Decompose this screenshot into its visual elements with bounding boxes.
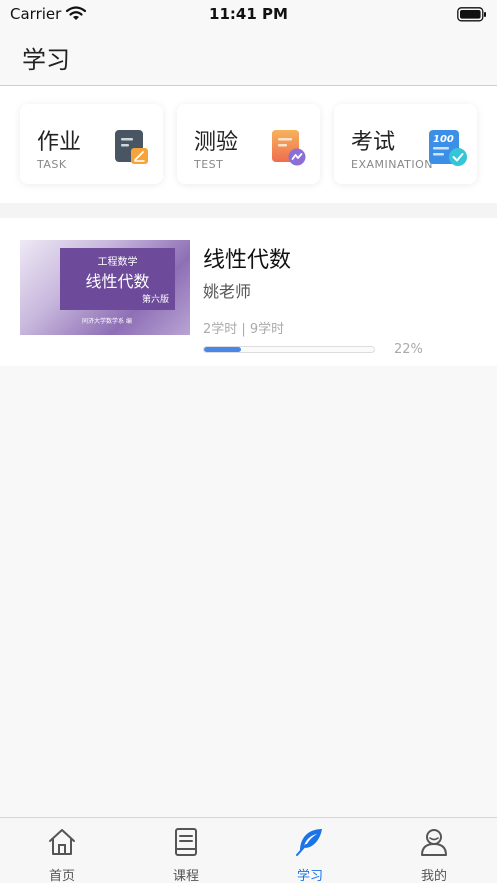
course-card[interactable]: 工程数学 线性代数 第六版 同济大学数学系 编 线性代数 姚老师 2学时 | 9… — [0, 218, 497, 366]
homework-title: 作业 — [37, 130, 82, 155]
quick-actions: 作业 TASK 测验 TEST 考试 EXAMINATION 100 — [0, 86, 497, 203]
course-teacher: 姚老师 — [203, 282, 252, 301]
profile-icon — [419, 827, 449, 857]
clock: 11:41 PM — [209, 5, 288, 23]
cover-panel: 工程数学 线性代数 第六版 — [60, 248, 175, 310]
exam-card[interactable]: 考试 EXAMINATION 100 — [334, 104, 477, 184]
cover-edition: 第六版 — [141, 295, 169, 305]
progress-bar — [203, 346, 375, 353]
tab-study[interactable]: 学习 — [248, 818, 372, 883]
page-title: 学习 — [22, 46, 70, 74]
quiz-icon — [272, 130, 306, 166]
quiz-title: 测验 — [194, 130, 239, 155]
status-bar: Carrier 11:41 PM — [0, 0, 497, 30]
course-cover: 工程数学 线性代数 第六版 同济大学数学系 编 — [20, 240, 190, 335]
progress-fill — [204, 347, 242, 352]
homework-subtitle: TASK — [37, 158, 67, 171]
tab-study-label: 学习 — [296, 869, 323, 883]
nav-bar: 学习 — [0, 30, 497, 86]
book-icon — [171, 827, 201, 857]
tab-bar: 首页 课程 学习 我的 — [0, 817, 497, 883]
exam-icon-text: 100 — [433, 134, 454, 145]
tab-home[interactable]: 首页 — [0, 818, 124, 883]
home-icon — [47, 827, 77, 857]
exam-title: 考试 — [351, 130, 396, 155]
homework-card[interactable]: 作业 TASK — [20, 104, 163, 184]
cover-series: 工程数学 — [97, 257, 138, 268]
feather-icon — [295, 827, 325, 857]
quiz-subtitle: TEST — [194, 158, 224, 171]
tab-profile-label: 我的 — [420, 869, 447, 883]
quiz-card[interactable]: 测验 TEST — [177, 104, 320, 184]
tab-home-label: 首页 — [48, 869, 75, 883]
cover-publisher: 同济大学数学系 编 — [82, 318, 132, 325]
section-divider — [0, 203, 497, 218]
homework-icon — [115, 130, 149, 166]
progress-text: 22% — [394, 342, 423, 357]
exam-subtitle: EXAMINATION — [351, 158, 433, 171]
exam-icon: 100 — [429, 130, 467, 166]
course-name: 线性代数 — [203, 248, 292, 273]
cover-title: 线性代数 — [85, 272, 150, 291]
tab-profile[interactable]: 我的 — [372, 818, 496, 883]
course-hours: 2学时 | 9学时 — [203, 322, 285, 337]
tab-courses-label: 课程 — [172, 869, 199, 883]
battery-icon — [457, 7, 487, 26]
tab-courses[interactable]: 课程 — [124, 818, 248, 883]
